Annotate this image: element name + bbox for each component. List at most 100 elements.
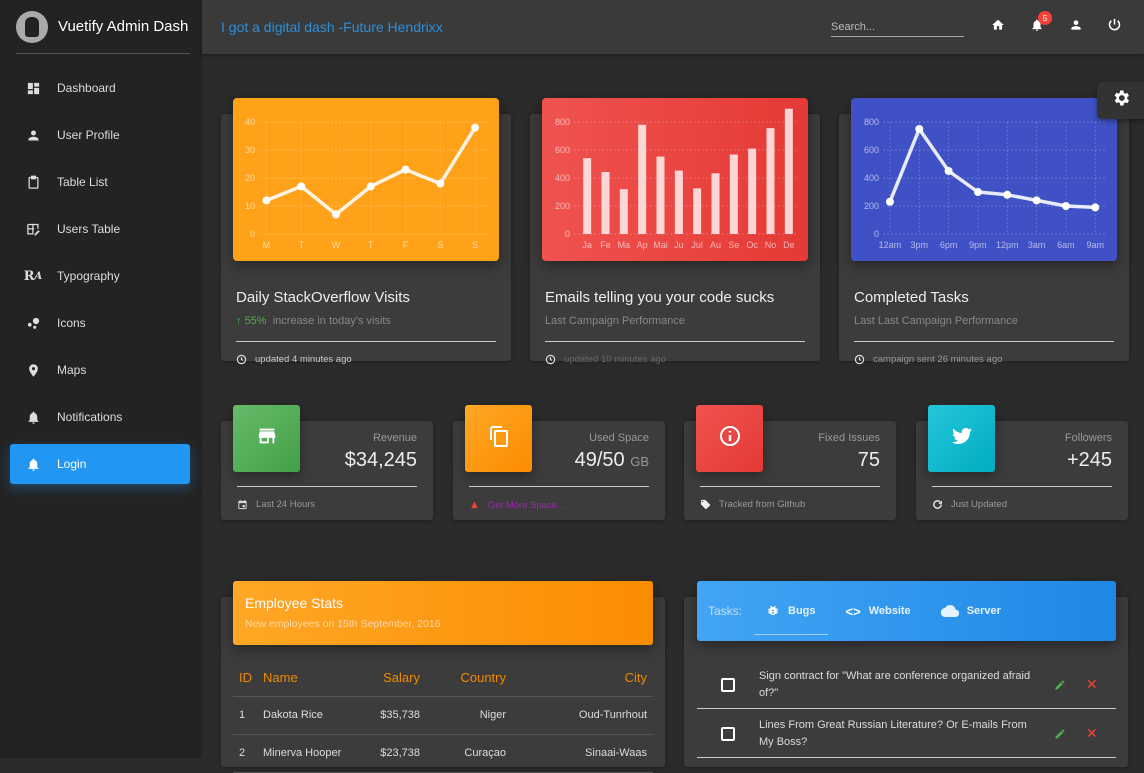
typography-icon: RA: [23, 268, 43, 284]
cell-salary: $35,738: [363, 696, 420, 735]
x-tick-label: F: [403, 240, 409, 250]
bar: [766, 128, 775, 234]
cloud-icon: [940, 604, 959, 618]
dashboard-icon: [25, 80, 41, 96]
cell-salary: $23,738: [363, 734, 420, 773]
person-icon: [1069, 18, 1083, 37]
y-tick-label: 400: [555, 173, 570, 183]
x-tick-label: Au: [710, 240, 721, 250]
sidebar-item-icons[interactable]: Icons: [10, 303, 190, 343]
followers-card: Followers +245 Just Updated: [916, 405, 1128, 520]
card-title: Daily StackOverflow Visits: [236, 289, 410, 306]
data-point: [1061, 202, 1070, 210]
bar: [583, 158, 592, 234]
stat-footer: Tracked from Github: [700, 499, 805, 510]
brand: Vuetify Admin Dash: [16, 0, 190, 54]
y-tick-label: 30: [245, 145, 255, 155]
bar: [638, 124, 647, 234]
edit-button[interactable]: [1054, 679, 1066, 691]
delete-button[interactable]: ✕: [1086, 725, 1098, 742]
power-icon: [1107, 17, 1122, 37]
settings-button[interactable]: [1097, 82, 1144, 119]
divider: [237, 486, 417, 487]
cell-country: Niger: [420, 696, 506, 735]
arrow-up-icon: ↑: [236, 315, 245, 327]
profile-button[interactable]: [1056, 12, 1095, 42]
gear-icon: [1111, 88, 1131, 113]
app-title: Vuetify Admin Dash: [58, 18, 189, 35]
data-point: [401, 165, 410, 174]
sidebar-item-label: Maps: [57, 363, 87, 377]
sidebar-item-notifications[interactable]: Notifications: [10, 397, 190, 437]
task-text: Sign contract for "What are conference o…: [759, 669, 1031, 699]
x-tick-label: S: [437, 240, 443, 250]
x-tick-label: De: [783, 240, 795, 250]
x-tick-label: M: [263, 240, 271, 250]
sidebar-item-dashboard[interactable]: Dashboard: [10, 68, 190, 108]
employee-stats-subtitle: New employees on 15th September, 2016: [245, 618, 441, 630]
y-tick-label: 0: [565, 229, 570, 239]
data-point: [1032, 196, 1041, 205]
y-tick-label: 800: [555, 117, 570, 127]
cell-city: Sinaai-Waas: [506, 734, 653, 773]
delete-button[interactable]: ✕: [1086, 676, 1098, 693]
sidebar-item-user-profile[interactable]: User Profile: [10, 115, 190, 155]
column-header-country[interactable]: Country: [420, 660, 506, 697]
revenue-card: Revenue $34,245 Last 24 Hours: [221, 405, 433, 520]
column-header-name[interactable]: Name: [263, 660, 363, 697]
data-point: [471, 123, 480, 132]
sidebar-item-label: Users Table: [57, 222, 121, 236]
x-tick-label: 9pm: [969, 240, 987, 250]
sidebar-item-table-list[interactable]: Table List: [10, 162, 190, 202]
sidebar-item-label: Login: [57, 457, 87, 471]
get-more-space-link[interactable]: Get More Space...: [488, 500, 565, 511]
sidebar-item-login[interactable]: Login: [10, 444, 190, 484]
x-tick-label: 3am: [1028, 240, 1046, 250]
x-tick-label: S: [472, 240, 478, 250]
divider: [236, 341, 496, 342]
card-footer: updated 10 minutes ago: [545, 354, 666, 365]
card-footer: updated 4 minutes ago: [236, 354, 352, 365]
home-button[interactable]: [978, 12, 1017, 42]
card-footer: campaign sent 26 minutes ago: [854, 354, 1002, 365]
store-icon: [256, 425, 278, 452]
search-input[interactable]: [831, 17, 964, 37]
series-line: [888, 127, 1096, 210]
sidebar-item-label: User Profile: [57, 128, 120, 142]
y-tick-label: 40: [245, 117, 255, 127]
stat-label: Followers: [1064, 432, 1112, 444]
sidebar-item-typography[interactable]: RA Typography: [10, 256, 190, 296]
tab-website[interactable]: <> Website: [834, 587, 923, 635]
logout-button[interactable]: [1095, 12, 1134, 42]
emails-chart-svg: 0 200 400 600 800 Ja Fe Ma Ap Mai Ju Jul Au Se Oc No De: [555, 108, 798, 250]
notifications-button[interactable]: 5: [1017, 11, 1056, 42]
code-icon: <>: [845, 603, 861, 619]
column-header-id[interactable]: ID: [233, 660, 263, 697]
stat-value: +245: [1066, 449, 1112, 471]
bell-icon: [25, 409, 41, 425]
task-checkbox[interactable]: [721, 677, 735, 692]
sidebar-item-maps[interactable]: Maps: [10, 350, 190, 390]
tab-server[interactable]: Server: [929, 587, 1013, 635]
column-header-city[interactable]: City: [506, 660, 653, 697]
fixed-issues-card: Fixed Issues 75 Tracked from Github: [684, 405, 896, 520]
x-tick-label: W: [332, 240, 341, 250]
sidebar-item-users-table[interactable]: Users Table: [10, 209, 190, 249]
tasks-chart: 0 200 400 600 800 12am 3pm 6pm 9pm 12pm 3am 6am 9am: [851, 98, 1117, 261]
cell-id: 2: [233, 734, 263, 773]
bar: [693, 188, 702, 234]
table-row: 2 Minerva Hooper $23,738 Curaçao Sinaai-…: [233, 734, 653, 773]
column-header-salary[interactable]: Salary: [363, 660, 420, 697]
card-subtitle: Last Last Campaign Performance: [854, 315, 1018, 327]
card-title: Emails telling you your code sucks: [545, 289, 775, 306]
edit-button[interactable]: [1054, 728, 1066, 740]
x-tick-label: 6pm: [940, 240, 958, 250]
tab-bugs[interactable]: Bugs: [754, 587, 828, 635]
cell-country: Curaçao: [420, 734, 506, 773]
data-point: [1003, 190, 1012, 199]
divider: [854, 341, 1114, 342]
employee-stats-title: Employee Stats: [245, 595, 344, 611]
x-tick-label: Ja: [582, 240, 592, 250]
task-checkbox[interactable]: [721, 726, 735, 741]
sidebar-item-label: Icons: [57, 316, 86, 330]
